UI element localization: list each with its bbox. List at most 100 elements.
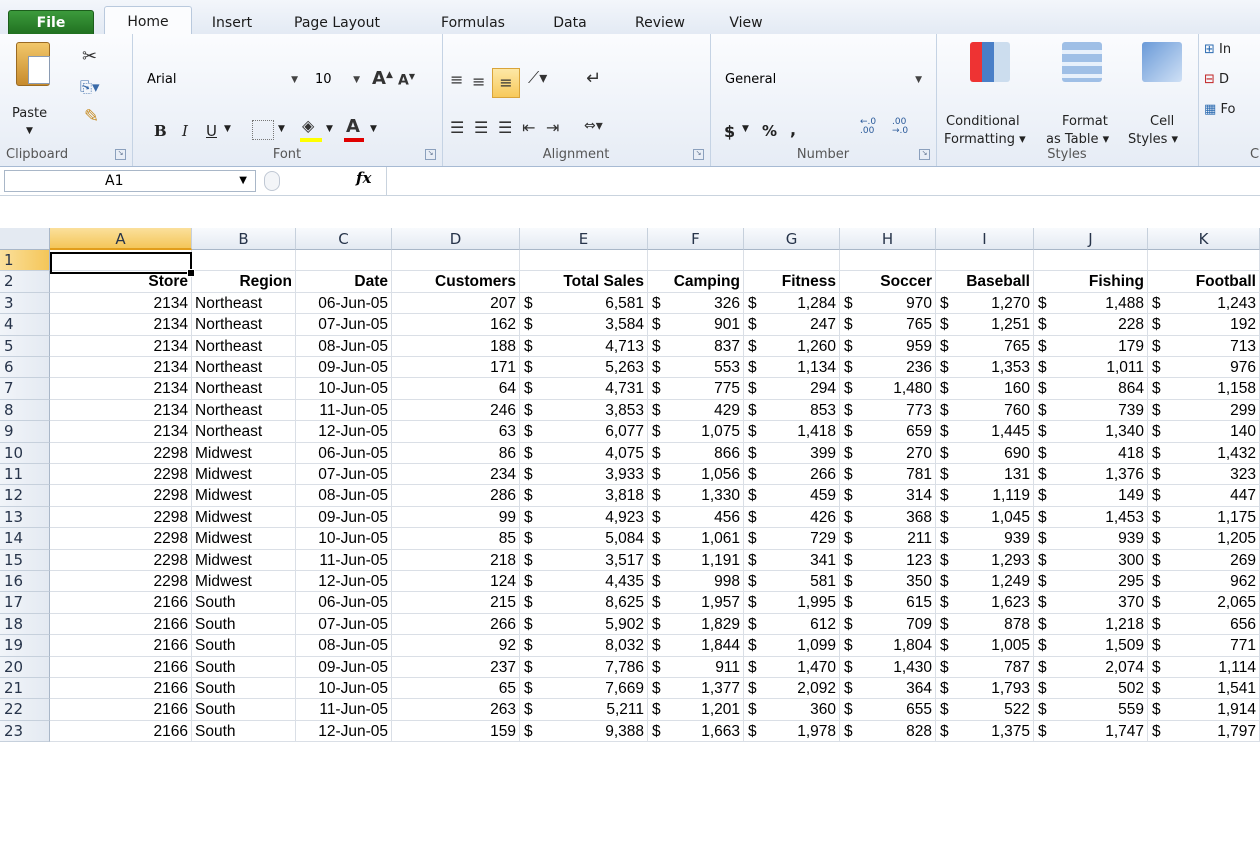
- cell-b15[interactable]: Midwest: [192, 549, 296, 571]
- row-header-6[interactable]: 6: [0, 357, 50, 379]
- cell-i10[interactable]: $690: [936, 442, 1034, 464]
- tab-review[interactable]: Review: [624, 13, 696, 33]
- currency-chevron-down-icon[interactable]: ▼: [742, 124, 749, 134]
- format-cells-button[interactable]: ▦ Fo: [1204, 102, 1235, 117]
- cell-k1[interactable]: [1148, 250, 1260, 272]
- cell-d4[interactable]: 162: [392, 314, 520, 336]
- cell-h19[interactable]: $1,804: [840, 635, 936, 657]
- cell-g4[interactable]: $247: [744, 314, 840, 336]
- cell-b2[interactable]: Region: [192, 271, 296, 293]
- cell-h23[interactable]: $828: [840, 720, 936, 743]
- cell-b1[interactable]: [192, 250, 296, 272]
- cell-b22[interactable]: South: [192, 699, 296, 721]
- cell-a3[interactable]: 2134: [50, 292, 192, 315]
- cell-a6[interactable]: 2134: [50, 357, 192, 379]
- cell-g20[interactable]: $1,470: [744, 656, 840, 678]
- cell-a4[interactable]: 2134: [50, 314, 192, 336]
- cell-b19[interactable]: South: [192, 635, 296, 657]
- row-header-22[interactable]: 22: [0, 699, 50, 721]
- column-header-h[interactable]: H: [840, 228, 936, 250]
- cell-j21[interactable]: $502: [1034, 678, 1148, 700]
- cell-k5[interactable]: $713: [1148, 335, 1260, 357]
- cell-e16[interactable]: $4,435: [520, 571, 648, 593]
- cell-e17[interactable]: $8,625: [520, 592, 648, 614]
- cell-c10[interactable]: 06-Jun-05: [296, 442, 392, 464]
- cell-e14[interactable]: $5,084: [520, 528, 648, 550]
- decrease-indent-icon[interactable]: ⇤: [522, 118, 535, 137]
- cell-k2[interactable]: Football: [1148, 271, 1260, 293]
- cell-h22[interactable]: $655: [840, 699, 936, 721]
- cell-d11[interactable]: 234: [392, 464, 520, 486]
- cell-d14[interactable]: 85: [392, 528, 520, 550]
- cell-b8[interactable]: Northeast: [192, 399, 296, 422]
- cell-i5[interactable]: $765: [936, 335, 1034, 357]
- cell-b7[interactable]: Northeast: [192, 378, 296, 400]
- cell-c16[interactable]: 12-Jun-05: [296, 571, 392, 593]
- cell-h8[interactable]: $773: [840, 399, 936, 422]
- cell-k16[interactable]: $962: [1148, 571, 1260, 593]
- row-header-21[interactable]: 21: [0, 678, 50, 700]
- cell-f10[interactable]: $866: [648, 442, 744, 464]
- name-box[interactable]: A1 ▼: [4, 170, 256, 192]
- cell-b20[interactable]: South: [192, 656, 296, 678]
- cell-d6[interactable]: 171: [392, 357, 520, 379]
- cell-j9[interactable]: $1,340: [1034, 421, 1148, 443]
- cell-i7[interactable]: $160: [936, 378, 1034, 400]
- row-header-12[interactable]: 12: [0, 485, 50, 507]
- cell-a20[interactable]: 2166: [50, 656, 192, 678]
- cell-g9[interactable]: $1,418: [744, 421, 840, 443]
- cell-a19[interactable]: 2166: [50, 635, 192, 657]
- cell-d17[interactable]: 215: [392, 592, 520, 614]
- cell-c2[interactable]: Date: [296, 271, 392, 293]
- wrap-text-icon[interactable]: ↵: [586, 68, 601, 89]
- percent-button[interactable]: %: [762, 122, 777, 140]
- cell-k14[interactable]: $1,205: [1148, 528, 1260, 550]
- row-header-14[interactable]: 14: [0, 528, 50, 550]
- cell-i9[interactable]: $1,445: [936, 421, 1034, 443]
- cell-e21[interactable]: $7,669: [520, 678, 648, 700]
- name-box-chevron-down-icon[interactable]: ▼: [239, 171, 247, 191]
- cell-e20[interactable]: $7,786: [520, 656, 648, 678]
- cell-i1[interactable]: [936, 250, 1034, 272]
- cell-c18[interactable]: 07-Jun-05: [296, 613, 392, 636]
- row-header-10[interactable]: 10: [0, 442, 50, 464]
- cell-h20[interactable]: $1,430: [840, 656, 936, 678]
- cell-e8[interactable]: $3,853: [520, 399, 648, 422]
- copy-icon[interactable]: ⎘▾: [80, 78, 100, 96]
- tab-file[interactable]: File: [8, 10, 94, 36]
- cell-h6[interactable]: $236: [840, 357, 936, 379]
- cell-k7[interactable]: $1,158: [1148, 378, 1260, 400]
- tab-formulas[interactable]: Formulas: [428, 13, 518, 33]
- cell-j16[interactable]: $295: [1034, 571, 1148, 593]
- number-launcher-icon[interactable]: ↘: [919, 149, 930, 160]
- cell-b14[interactable]: Midwest: [192, 528, 296, 550]
- merge-center-icon[interactable]: ⇔▾: [584, 118, 603, 134]
- cell-i16[interactable]: $1,249: [936, 571, 1034, 593]
- cell-f8[interactable]: $429: [648, 399, 744, 422]
- cell-d16[interactable]: 124: [392, 571, 520, 593]
- cell-a23[interactable]: 2166: [50, 720, 192, 743]
- cell-e18[interactable]: $5,902: [520, 613, 648, 636]
- cell-c3[interactable]: 06-Jun-05: [296, 292, 392, 315]
- align-center-icon[interactable]: ☰: [474, 118, 488, 137]
- borders-icon[interactable]: [252, 120, 274, 140]
- grow-font-icon[interactable]: A▲: [372, 68, 393, 89]
- cell-c15[interactable]: 11-Jun-05: [296, 549, 392, 571]
- cell-g13[interactable]: $426: [744, 506, 840, 529]
- cell-i11[interactable]: $131: [936, 464, 1034, 486]
- number-format-combo[interactable]: General ▼: [720, 68, 926, 92]
- increase-decimal-icon[interactable]: ←.0 .00: [860, 118, 890, 136]
- cell-e23[interactable]: $9,388: [520, 720, 648, 743]
- insert-function-icon[interactable]: fx: [356, 169, 371, 187]
- cell-f12[interactable]: $1,330: [648, 485, 744, 507]
- cell-a22[interactable]: 2166: [50, 699, 192, 721]
- cell-d13[interactable]: 99: [392, 506, 520, 529]
- cell-b17[interactable]: South: [192, 592, 296, 614]
- number-format-chevron-down-icon[interactable]: ▼: [915, 68, 922, 92]
- align-left-icon[interactable]: ☰: [450, 118, 464, 137]
- cell-f21[interactable]: $1,377: [648, 678, 744, 700]
- cell-k23[interactable]: $1,797: [1148, 720, 1260, 743]
- font-color-chevron-down-icon[interactable]: ▼: [370, 124, 377, 134]
- cell-f22[interactable]: $1,201: [648, 699, 744, 721]
- cell-a16[interactable]: 2298: [50, 571, 192, 593]
